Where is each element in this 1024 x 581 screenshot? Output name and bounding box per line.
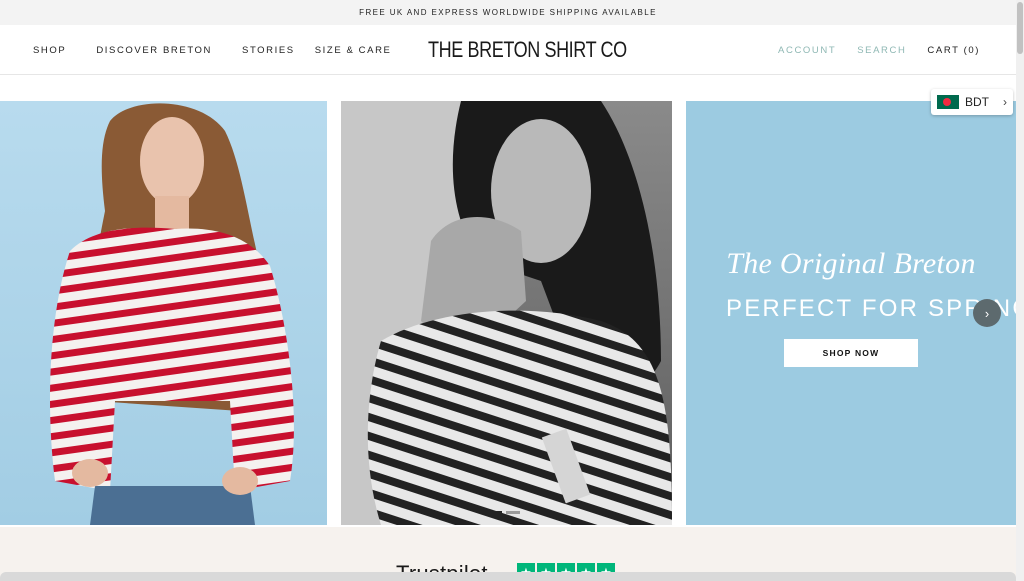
bottom-overlay-bar bbox=[0, 572, 1016, 581]
site-logo[interactable]: THE BRETON SHIRT CO bbox=[428, 37, 627, 63]
nav-shop[interactable]: SHOP bbox=[33, 45, 66, 56]
slider-dots bbox=[488, 511, 524, 514]
bangladesh-flag-icon bbox=[937, 95, 959, 109]
site-header: SHOP DISCOVER BRETON STORIES SIZE & CARE… bbox=[0, 25, 1016, 75]
hero-text-panel: The Original Breton PERFECT FOR SPRING S… bbox=[686, 101, 1016, 525]
hero-image-red-stripe bbox=[0, 101, 327, 525]
currency-code: BDT bbox=[965, 95, 989, 109]
utility-nav: ACCOUNT SEARCH CART (0) bbox=[757, 25, 980, 75]
shop-now-button[interactable]: SHOP NOW bbox=[784, 339, 918, 367]
nav-size-care[interactable]: SIZE & CARE bbox=[315, 45, 392, 56]
nav-stories[interactable]: STORIES bbox=[242, 45, 295, 56]
page-scrollbar[interactable] bbox=[1016, 0, 1024, 581]
page: FREE UK AND EXPRESS WORLDWIDE SHIPPING A… bbox=[0, 0, 1024, 581]
scrollbar-thumb[interactable] bbox=[1017, 2, 1023, 54]
search-link[interactable]: SEARCH bbox=[857, 45, 906, 56]
hero-image-monochrome bbox=[341, 101, 672, 525]
primary-nav: SHOP DISCOVER BRETON STORIES SIZE & CARE bbox=[33, 25, 391, 75]
slider-dot-2[interactable] bbox=[506, 511, 520, 514]
currency-selector[interactable]: BDT › bbox=[931, 89, 1013, 115]
hero-title: The Original Breton bbox=[726, 247, 976, 280]
nav-discover-breton[interactable]: DISCOVER BRETON bbox=[96, 45, 212, 56]
announcement-bar: FREE UK AND EXPRESS WORLDWIDE SHIPPING A… bbox=[0, 0, 1016, 25]
announcement-text: FREE UK AND EXPRESS WORLDWIDE SHIPPING A… bbox=[359, 8, 657, 17]
chevron-right-icon[interactable]: › bbox=[973, 299, 1001, 327]
chevron-right-icon: › bbox=[1003, 95, 1007, 109]
model-monochrome-illustration bbox=[341, 101, 672, 525]
account-link[interactable]: ACCOUNT bbox=[778, 45, 836, 56]
model-red-stripe-illustration bbox=[50, 103, 294, 525]
slider-dot-1[interactable] bbox=[488, 511, 502, 514]
cart-link[interactable]: CART (0) bbox=[927, 45, 980, 56]
